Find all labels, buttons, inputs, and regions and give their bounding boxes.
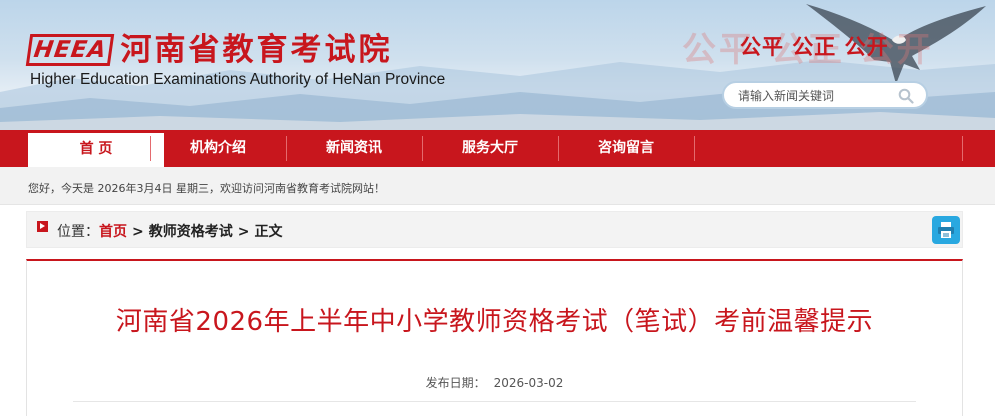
breadcrumb-separator: > xyxy=(237,224,250,240)
breadcrumb-label: 位置： xyxy=(57,224,99,240)
nav-item-about[interactable]: 机构介绍 xyxy=(150,130,286,167)
location-icon xyxy=(37,221,48,232)
breadcrumb-separator: > xyxy=(132,224,144,240)
logo-mark: HEEA xyxy=(25,34,115,66)
divider xyxy=(73,401,916,402)
main-nav: 首 页 机构介绍 新闻资讯 服务大厅 咨询留言 xyxy=(0,130,995,167)
welcome-bar: 您好，今天是 2026年3月4日 星期三，欢迎访问河南省教育考试院网站！ xyxy=(0,167,995,205)
nav-item-services[interactable]: 服务大厅 xyxy=(422,130,558,167)
breadcrumb-current: 正文 xyxy=(254,224,283,240)
breadcrumb: 位置：首页 > 教师资格考试 > 正文 xyxy=(26,211,963,248)
article-panel: 河南省2026年上半年中小学教师资格考试（笔试）考前温馨提示 发布日期： 2026… xyxy=(26,259,963,416)
breadcrumb-trail: 位置：首页 > 教师资格考试 > 正文 xyxy=(57,221,282,241)
print-icon xyxy=(938,222,954,238)
search-box xyxy=(722,81,928,109)
print-button[interactable] xyxy=(932,216,960,244)
site-subtitle: Higher Education Examinations Authority … xyxy=(30,71,446,88)
nav-divider xyxy=(150,136,151,161)
nav-divider xyxy=(962,136,963,161)
breadcrumb-home-link[interactable]: 首页 xyxy=(99,224,127,240)
slogan: 公平 公正 公开 xyxy=(740,35,889,59)
site-title: 河南省教育考试院 xyxy=(120,32,393,68)
publish-date: 2026-03-02 xyxy=(493,376,564,390)
breadcrumb-section-link[interactable]: 教师资格考试 xyxy=(149,224,233,240)
nav-divider xyxy=(694,136,695,161)
article-meta: 发布日期： 2026-03-02 xyxy=(27,374,962,391)
nav-item-consult[interactable]: 咨询留言 xyxy=(558,130,694,167)
nav-item-home[interactable]: 首 页 xyxy=(28,133,164,167)
site-header: HEEA 河南省教育考试院 Higher Education Examinati… xyxy=(0,0,995,130)
nav-item-news[interactable]: 新闻资讯 xyxy=(286,130,422,167)
article-title: 河南省2026年上半年中小学教师资格考试（笔试）考前温馨提示 xyxy=(115,307,874,337)
search-icon[interactable] xyxy=(898,88,914,104)
site-logo[interactable]: HEEA 河南省教育考试院 xyxy=(25,32,393,68)
publish-date-label: 发布日期： xyxy=(425,376,486,390)
search-input[interactable] xyxy=(738,87,898,105)
welcome-text: 您好，今天是 2026年3月4日 星期三，欢迎访问河南省教育考试院网站！ xyxy=(28,182,385,195)
